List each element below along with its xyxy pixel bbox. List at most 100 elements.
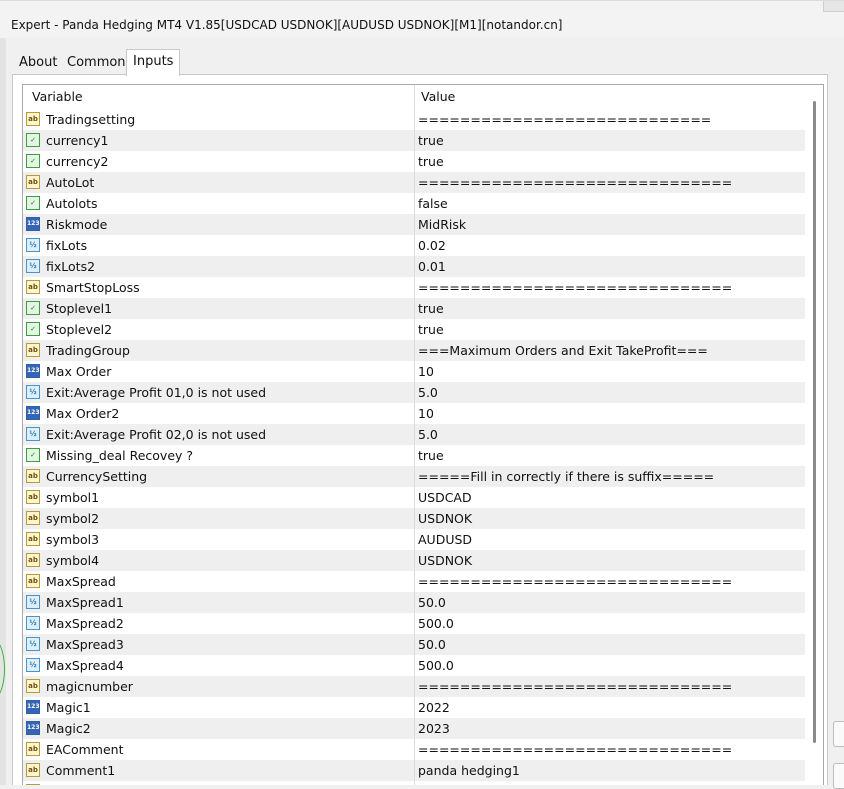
table-row[interactable]: ✓ currency1 true	[23, 130, 805, 151]
double-type-icon: ½	[26, 385, 40, 399]
table-row[interactable]: ½ MaxSpread2 500.0	[23, 613, 805, 634]
table-row[interactable]: ½ MaxSpread4 500.0	[23, 655, 805, 676]
variable-value[interactable]: USDNOK	[418, 511, 472, 526]
variable-value[interactable]: 0.01	[418, 259, 446, 274]
variable-value[interactable]: ==============================	[418, 175, 732, 190]
variable-value[interactable]: USDNOK	[418, 553, 472, 568]
variable-value[interactable]: true	[418, 448, 444, 463]
double-type-icon: ½	[26, 616, 40, 630]
variable-value[interactable]: true	[418, 133, 444, 148]
close-button-edge[interactable]	[823, 1, 844, 12]
cell-divider	[414, 466, 415, 487]
table-row[interactable]: ab symbol3 AUDUSD	[23, 529, 805, 550]
cell-divider	[414, 739, 415, 760]
table-row[interactable]: 123 Max Order2 10	[23, 403, 805, 424]
variable-value[interactable]: 10	[418, 406, 434, 421]
table-row[interactable]: ½ MaxSpread3 50.0	[23, 634, 805, 655]
vertical-scrollbar[interactable]	[805, 85, 823, 785]
tab-common[interactable]: Common	[67, 53, 126, 73]
table-row[interactable]: ab symbol4 USDNOK	[23, 550, 805, 571]
table-row[interactable]: ab symbol2 USDNOK	[23, 508, 805, 529]
table-row[interactable]: ab TradingGroup ===Maximum Orders and Exit…	[23, 340, 805, 361]
variable-name: Magic1	[46, 700, 91, 715]
string-type-icon: ab	[26, 532, 40, 546]
variable-value[interactable]: 5.0	[418, 385, 438, 400]
tab-about[interactable]: About	[19, 53, 57, 73]
variable-value[interactable]: 50.0	[418, 637, 446, 652]
table-row[interactable]: ½ Exit:Average Profit 02,0 is not used 5.0	[23, 424, 805, 445]
table-row[interactable]: 123 Riskmode MidRisk	[23, 214, 805, 235]
table-row[interactable]: ab SmartStopLoss =========================…	[23, 277, 805, 298]
variable-value[interactable]: ==============================	[418, 679, 732, 694]
variable-value[interactable]: ==============================	[418, 742, 732, 757]
table-row[interactable]: ab symbol1 USDCAD	[23, 487, 805, 508]
variable-value[interactable]: 50.0	[418, 595, 446, 610]
variable-value[interactable]: 0.02	[418, 238, 446, 253]
variable-value[interactable]: false	[418, 196, 448, 211]
table-row[interactable]: ab magicnumber ===========================…	[23, 676, 805, 697]
table-row[interactable]: ab MaxSpread =============================…	[23, 571, 805, 592]
column-header-value[interactable]: Value	[421, 89, 455, 104]
scrollbar-thumb[interactable]	[813, 101, 816, 743]
variable-value[interactable]: MidRisk	[418, 217, 466, 232]
cell-divider	[414, 340, 415, 361]
cell-divider	[414, 487, 415, 508]
variable-value[interactable]: panda hedging1	[418, 763, 520, 778]
table-row[interactable]: 123 Magic1 2022	[23, 697, 805, 718]
variable-value[interactable]: =====Fill in correctly if there is suffi…	[418, 469, 714, 484]
variable-name: CurrencySetting	[46, 469, 148, 484]
table-row[interactable]: ✓ Autolots false	[23, 193, 805, 214]
variable-value[interactable]: true	[418, 322, 444, 337]
table-row[interactable]: ab	[23, 781, 805, 785]
table-row[interactable]: 123 Magic2 2023	[23, 718, 805, 739]
variable-name: Exit:Average Profit 02,0 is not used	[46, 427, 267, 442]
dialog-button-edge[interactable]	[833, 763, 844, 789]
variable-value[interactable]: AUDUSD	[418, 532, 472, 547]
variable-value[interactable]: true	[418, 154, 444, 169]
cell-divider	[414, 214, 415, 235]
bool-type-icon: ✓	[26, 322, 40, 336]
variable-name: Tradingsetting	[46, 112, 136, 127]
table-row[interactable]: ab EAComment =============================…	[23, 739, 805, 760]
variable-value[interactable]: 10	[418, 364, 434, 379]
chart-line-fragment	[0, 638, 5, 700]
table-row[interactable]: ab Comment1 panda hedging1	[23, 760, 805, 781]
variable-value[interactable]: 2022	[418, 700, 450, 715]
cell-divider	[414, 718, 415, 739]
dialog-button-edge[interactable]	[833, 721, 844, 747]
variable-name: Magic2	[46, 721, 91, 736]
table-row[interactable]: ab CurrencySetting =====Fill in correctly …	[23, 466, 805, 487]
variable-value[interactable]: ==============================	[418, 574, 732, 589]
variable-name: fixLots2	[46, 259, 96, 274]
column-header-variable[interactable]: Variable	[32, 89, 83, 104]
variable-value[interactable]: 500.0	[418, 658, 454, 673]
column-divider[interactable]	[414, 85, 415, 109]
table-row[interactable]: ½ MaxSpread1 50.0	[23, 592, 805, 613]
variable-value[interactable]: ============================	[418, 112, 711, 127]
variable-value[interactable]: USDCAD	[418, 490, 472, 505]
table-row[interactable]: ½ Exit:Average Profit 01,0 is not used 5.0	[23, 382, 805, 403]
table-row[interactable]: ✓ currency2 true	[23, 151, 805, 172]
double-type-icon: ½	[26, 658, 40, 672]
cell-divider	[414, 277, 415, 298]
table-row[interactable]: ½ fixLots2 0.01	[23, 256, 805, 277]
table-row[interactable]: ✓ Stoplevel1 true	[23, 298, 805, 319]
table-row[interactable]: ½ fixLots 0.02	[23, 235, 805, 256]
table-row[interactable]: ab Tradingsetting ========================…	[23, 109, 805, 130]
string-type-icon: ab	[26, 280, 40, 294]
variable-value[interactable]: 500.0	[418, 616, 454, 631]
table-row[interactable]: ✓ Missing_deal Recovey ? true	[23, 445, 805, 466]
variable-value[interactable]: ===Maximum Orders and Exit TakeProfit===	[418, 343, 708, 358]
variable-name: fixLots	[46, 238, 88, 253]
table-row[interactable]: ab AutoLot ==============================	[23, 172, 805, 193]
variable-value[interactable]: 2023	[418, 721, 450, 736]
table-row[interactable]: 123 Max Order 10	[23, 361, 805, 382]
table-row[interactable]: ✓ Stoplevel2 true	[23, 319, 805, 340]
cell-divider	[414, 655, 415, 676]
variable-value[interactable]: 5.0	[418, 427, 438, 442]
variable-value[interactable]: true	[418, 301, 444, 316]
variable-value[interactable]: ==============================	[418, 280, 732, 295]
cell-divider	[414, 697, 415, 718]
int-type-icon: 123	[26, 406, 40, 420]
tab-inputs[interactable]: Inputs	[126, 49, 181, 76]
